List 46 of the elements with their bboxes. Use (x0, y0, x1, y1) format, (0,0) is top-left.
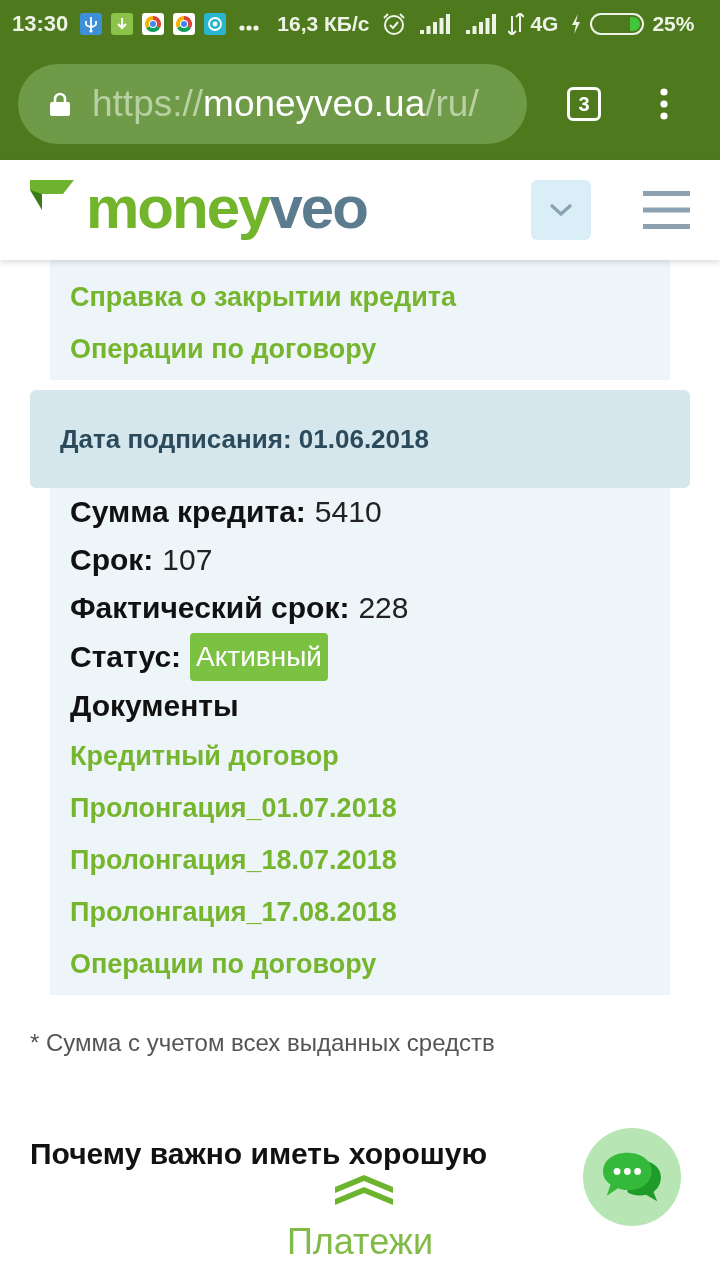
charging-bolt-icon (572, 14, 581, 34)
more-notifications-icon (239, 25, 260, 31)
document-link[interactable]: Пролонгация_17.08.2018 (70, 886, 397, 938)
data-arrows-icon (508, 13, 525, 35)
dropdown-button[interactable] (531, 180, 591, 240)
chevron-down-icon (549, 203, 573, 217)
logo-flag-icon (30, 180, 74, 210)
lock-icon (50, 92, 70, 116)
document-link[interactable]: Пролонгация_01.07.2018 (70, 782, 397, 834)
signing-date-header[interactable]: Дата подписания: 01.06.2018 (30, 390, 690, 488)
usb-icon (80, 13, 103, 35)
status-time: 13:30 (12, 12, 69, 36)
document-link[interactable]: Справка о закрытии кредита (70, 271, 456, 323)
target-app-icon (204, 13, 227, 35)
battery-icon (590, 13, 645, 35)
document-link[interactable]: Кредитный договор (70, 730, 339, 782)
signal-icon (420, 14, 451, 34)
browser-app-icon (142, 13, 165, 35)
more-options-icon[interactable] (657, 88, 671, 120)
status-badge: Активный (190, 633, 328, 681)
field-value: 107 (162, 543, 213, 577)
tab-count-button[interactable]: 3 (567, 87, 601, 121)
section-heading: Почему важно иметь хорошую (30, 1136, 488, 1172)
document-link[interactable]: Операции по договору (70, 323, 377, 375)
browser-app-icon (173, 13, 196, 35)
battery-percent: 25% (652, 12, 695, 36)
logo-text[interactable]: moneyveo (86, 176, 367, 240)
menu-icon[interactable] (643, 191, 690, 229)
field-label: Фактический срок: (70, 591, 350, 625)
field-value: 228 (358, 591, 409, 625)
download-icon (111, 13, 134, 35)
signal-icon (466, 14, 497, 34)
network-type: 4G (530, 12, 559, 36)
double-chevron-up-icon (335, 1175, 393, 1205)
address-bar[interactable]: https://moneyveo.ua/ru/ (18, 64, 527, 144)
field-label: Срок: (70, 543, 154, 577)
network-speed: 16,3 КБ/с (277, 12, 370, 36)
alarm-clock-icon (382, 12, 407, 36)
field-value: 5410 (314, 495, 382, 529)
footnote-text: * Сумма с учетом всех выданных средств (30, 1028, 495, 1058)
field-label: Статус: (70, 640, 182, 674)
documents-heading: Документы (70, 689, 239, 723)
field-label: Сумма кредита: (70, 495, 306, 529)
document-link[interactable]: Пролонгация_18.07.2018 (70, 834, 397, 886)
url-text: https://moneyveo.ua/ru/ (92, 82, 479, 126)
document-link[interactable]: Операции по договору (70, 938, 377, 990)
